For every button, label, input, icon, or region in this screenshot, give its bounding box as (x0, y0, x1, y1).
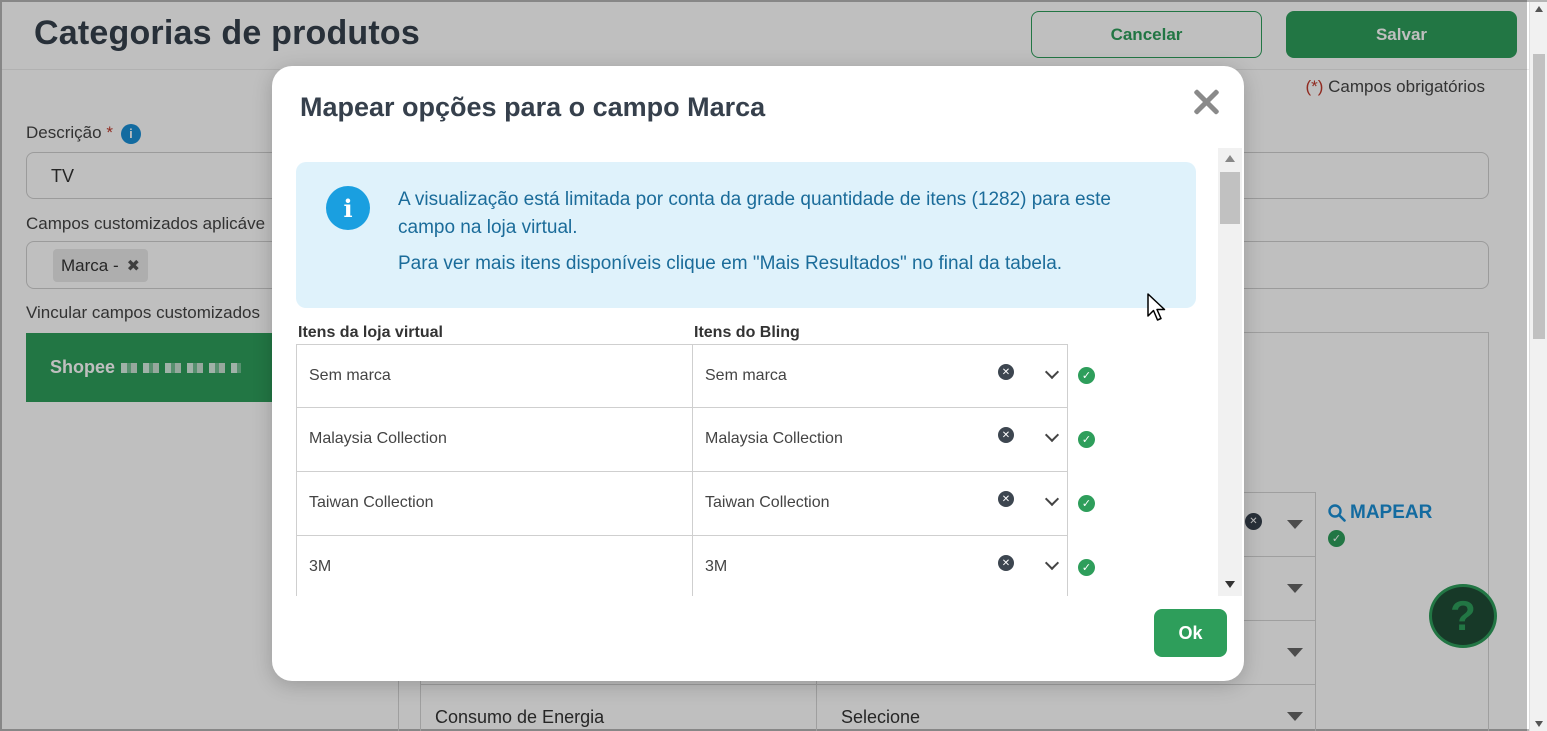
scrollbar-thumb[interactable] (1220, 172, 1240, 224)
alert-line-1: A visualização está limitada por conta d… (398, 189, 1111, 238)
info-alert: i A visualização está limitada por conta… (296, 162, 1196, 308)
alert-text: A visualização está limitada por conta d… (398, 186, 1168, 278)
store-item: Sem marca (297, 345, 693, 408)
alert-line-2: Para ver mais itens disponíveis clique e… (398, 253, 1063, 274)
table-row: Sem marca Sem marca ✕ (296, 344, 1068, 408)
clear-icon[interactable]: ✕ (998, 555, 1014, 571)
page-scrollbar[interactable] (1529, 2, 1547, 731)
info-icon: i (326, 186, 370, 230)
modal-scroll-area: i A visualização está limitada por conta… (272, 146, 1244, 596)
mouse-pointer-icon (1147, 293, 1166, 321)
bling-item-select[interactable]: Malaysia Collection (705, 430, 843, 448)
check-circle-icon: ✓ (1078, 431, 1095, 448)
column-header-bling: Itens do Bling (694, 324, 800, 341)
close-icon[interactable] (1192, 88, 1220, 116)
table-row: Malaysia Collection Malaysia Collection … (296, 408, 1068, 472)
scroll-down-icon[interactable] (1225, 581, 1235, 588)
clear-icon[interactable]: ✕ (998, 364, 1014, 380)
map-options-modal: Mapear opções para o campo Marca i A vis… (272, 66, 1244, 681)
bling-item-select[interactable]: Taiwan Collection (705, 494, 830, 512)
ok-button[interactable]: Ok (1154, 609, 1227, 657)
chevron-down-icon[interactable] (1044, 427, 1060, 443)
check-circle-icon: ✓ (1078, 495, 1095, 512)
scroll-down-icon[interactable] (1535, 721, 1543, 727)
modal-title: Mapear opções para o campo Marca (300, 92, 766, 122)
chevron-down-icon[interactable] (1044, 555, 1060, 571)
table-row: Taiwan Collection Taiwan Collection ✕ (296, 472, 1068, 536)
chevron-down-icon[interactable] (1044, 491, 1060, 507)
bling-item-select[interactable]: Sem marca (705, 367, 787, 385)
clear-icon[interactable]: ✕ (998, 427, 1014, 443)
scrollbar-thumb[interactable] (1533, 54, 1545, 339)
check-circle-icon: ✓ (1078, 367, 1095, 384)
check-circle-icon: ✓ (1078, 559, 1095, 576)
scroll-up-icon[interactable] (1535, 6, 1543, 12)
table-row: 3M 3M ✕ (296, 536, 1068, 596)
bling-item-select[interactable]: 3M (705, 558, 727, 576)
store-item: Malaysia Collection (297, 408, 693, 471)
modal-scrollbar[interactable] (1218, 148, 1242, 596)
store-item: 3M (297, 536, 693, 596)
store-item: Taiwan Collection (297, 472, 693, 535)
chevron-down-icon[interactable] (1044, 364, 1060, 380)
scroll-up-icon[interactable] (1225, 155, 1235, 162)
clear-icon[interactable]: ✕ (998, 491, 1014, 507)
column-header-store: Itens da loja virtual (298, 324, 443, 341)
